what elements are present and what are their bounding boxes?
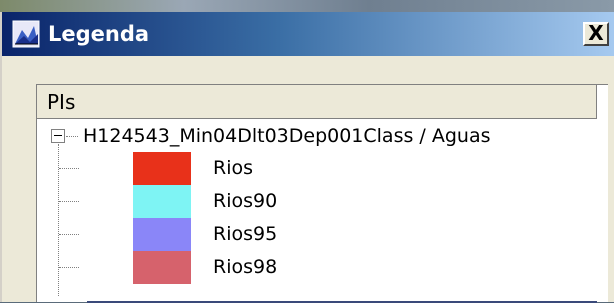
close-button[interactable]: X <box>583 22 609 46</box>
tree-collapse-icon[interactable] <box>51 129 65 143</box>
close-icon: X <box>588 21 604 45</box>
legend-item-label: Rios98 <box>213 256 278 278</box>
legend-tree-panel: PIs H124543_Min04Dlt03Dep001Class / Agua… <box>36 84 608 303</box>
legend-item-rios95[interactable]: Rios95 <box>37 218 597 251</box>
column-header-label: PIs <box>47 90 76 114</box>
legend-map-icon <box>12 20 40 48</box>
tree-connector <box>59 267 79 268</box>
color-swatch <box>133 152 191 185</box>
legend-item-rios[interactable]: Rios <box>37 152 597 185</box>
tree-connector <box>59 201 79 202</box>
tree-root-label[interactable]: H124543_Min04Dlt03Dep001Class / Aguas <box>83 124 491 148</box>
column-header[interactable]: PIs <box>37 85 597 119</box>
tree-connector <box>59 234 79 235</box>
color-swatch <box>133 185 191 218</box>
legend-item-label: Rios <box>213 157 254 179</box>
legend-item-rios90[interactable]: Rios90 <box>37 185 597 218</box>
color-swatch <box>133 251 191 284</box>
title-bar[interactable]: Legenda X <box>2 12 614 56</box>
legend-item-rios98[interactable]: Rios98 <box>37 251 597 284</box>
desktop-background <box>0 0 614 12</box>
legend-window: Legenda X PIs H124543_Min04Dlt03Dep001Cl… <box>0 12 614 303</box>
legend-item-label: Rios95 <box>213 223 278 245</box>
window-title: Legenda <box>48 22 150 46</box>
legend-item-label: Rios90 <box>213 190 278 212</box>
legend-tree: H124543_Min04Dlt03Dep001Class / Aguas Ri… <box>37 119 597 303</box>
tree-connector <box>59 168 79 169</box>
color-swatch <box>133 218 191 251</box>
tree-connector <box>66 136 78 137</box>
